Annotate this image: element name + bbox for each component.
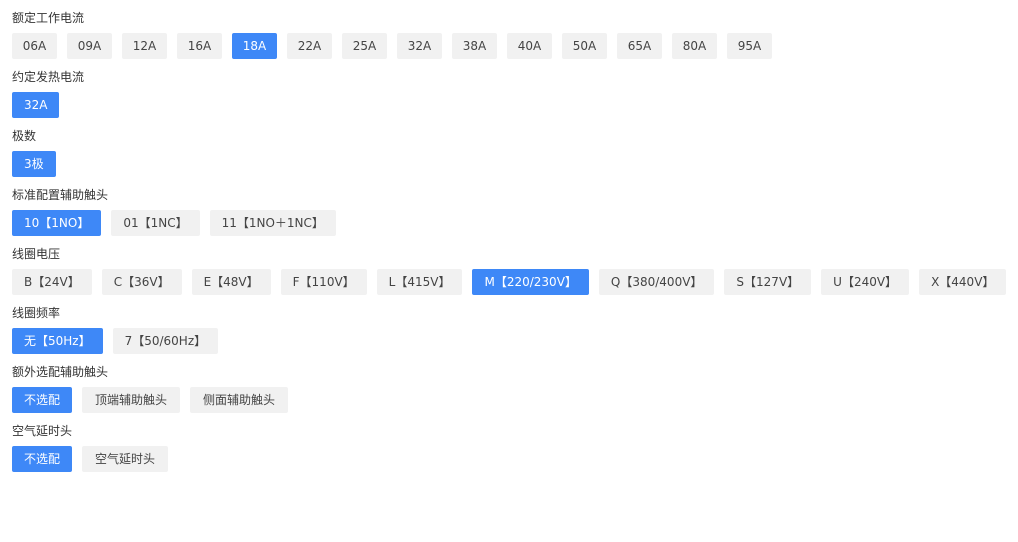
option-25a[interactable]: 25A [342, 33, 387, 59]
option-10-1no[interactable]: 10【1NO】 [12, 210, 102, 236]
option-x-440v[interactable]: X【440V】 [919, 269, 1007, 295]
option-top-aux-contact[interactable]: 顶端辅助触头 [82, 387, 181, 413]
option-none-50hz[interactable]: 无【50Hz】 [12, 328, 103, 354]
group-title: 线圈电压 [12, 247, 61, 261]
option-list: 06A 09A 12A 16A 18A 22A 25A 32A 38A 40A … [12, 33, 1012, 59]
option-11-1no-1nc[interactable]: 11【1NO＋1NC】 [209, 210, 336, 236]
option-06a[interactable]: 06A [12, 33, 57, 59]
option-12a[interactable]: 12A [122, 33, 167, 59]
group-title: 标准配置辅助触头 [12, 188, 109, 202]
group-thermal-current: 约定发热电流 32A [12, 59, 1012, 118]
option-32a[interactable]: 32A [12, 92, 60, 118]
option-18a[interactable]: 18A [232, 33, 277, 59]
option-50a[interactable]: 50A [562, 33, 607, 59]
group-coil-frequency: 线圈频率 无【50Hz】 7【50/60Hz】 [12, 295, 1012, 354]
option-l-415v[interactable]: L【415V】 [376, 269, 463, 295]
option-b-24v[interactable]: B【24V】 [12, 269, 92, 295]
option-01-1nc[interactable]: 01【1NC】 [111, 210, 200, 236]
option-u-240v[interactable]: U【240V】 [821, 269, 910, 295]
option-09a[interactable]: 09A [67, 33, 112, 59]
option-80a[interactable]: 80A [672, 33, 717, 59]
option-list: 不选配 顶端辅助触头 侧面辅助触头 [12, 387, 1012, 413]
group-title: 额定工作电流 [12, 11, 85, 25]
option-s-127v[interactable]: S【127V】 [724, 269, 812, 295]
option-16a[interactable]: 16A [177, 33, 222, 59]
option-40a[interactable]: 40A [507, 33, 552, 59]
option-list: B【24V】 C【36V】 E【48V】 F【110V】 L【415V】 M【2… [12, 269, 1012, 295]
option-none[interactable]: 不选配 [12, 387, 73, 413]
option-pneumatic-timer[interactable]: 空气延时头 [82, 446, 169, 472]
group-title: 线圈频率 [12, 306, 61, 320]
option-list: 10【1NO】 01【1NC】 11【1NO＋1NC】 [12, 210, 1012, 236]
option-65a[interactable]: 65A [617, 33, 662, 59]
option-list: 无【50Hz】 7【50/60Hz】 [12, 328, 1012, 354]
group-rated-current: 额定工作电流 06A 09A 12A 16A 18A 22A 25A 32A 3… [12, 0, 1012, 59]
group-title: 约定发热电流 [12, 70, 85, 84]
group-pneumatic-timer: 空气延时头 不选配 空气延时头 [12, 413, 1012, 472]
group-extra-aux-contacts: 额外选配辅助触头 不选配 顶端辅助触头 侧面辅助触头 [12, 354, 1012, 413]
option-95a[interactable]: 95A [727, 33, 772, 59]
option-m-220-230v[interactable]: M【220/230V】 [472, 269, 589, 295]
option-3-pole[interactable]: 3极 [12, 151, 56, 177]
option-f-110v[interactable]: F【110V】 [280, 269, 367, 295]
option-32a[interactable]: 32A [397, 33, 442, 59]
option-side-aux-contact[interactable]: 侧面辅助触头 [190, 387, 289, 413]
option-c-36v[interactable]: C【36V】 [101, 269, 182, 295]
group-title: 极数 [12, 129, 37, 143]
option-7-50-60hz[interactable]: 7【50/60Hz】 [112, 328, 219, 354]
option-22a[interactable]: 22A [287, 33, 332, 59]
product-options-panel: 额定工作电流 06A 09A 12A 16A 18A 22A 25A 32A 3… [12, 0, 1012, 472]
group-standard-aux-contacts: 标准配置辅助触头 10【1NO】 01【1NC】 11【1NO＋1NC】 [12, 177, 1012, 236]
group-poles: 极数 3极 [12, 118, 1012, 177]
option-none[interactable]: 不选配 [12, 446, 73, 472]
group-title: 额外选配辅助触头 [12, 365, 109, 379]
option-list: 不选配 空气延时头 [12, 446, 1012, 472]
group-title: 空气延时头 [12, 424, 73, 438]
option-list: 3极 [12, 151, 1012, 177]
option-e-48v[interactable]: E【48V】 [191, 269, 271, 295]
option-38a[interactable]: 38A [452, 33, 497, 59]
option-q-380-400v[interactable]: Q【380/400V】 [598, 269, 715, 295]
option-list: 32A [12, 92, 1012, 118]
group-coil-voltage: 线圈电压 B【24V】 C【36V】 E【48V】 F【110V】 L【415V… [12, 236, 1012, 295]
